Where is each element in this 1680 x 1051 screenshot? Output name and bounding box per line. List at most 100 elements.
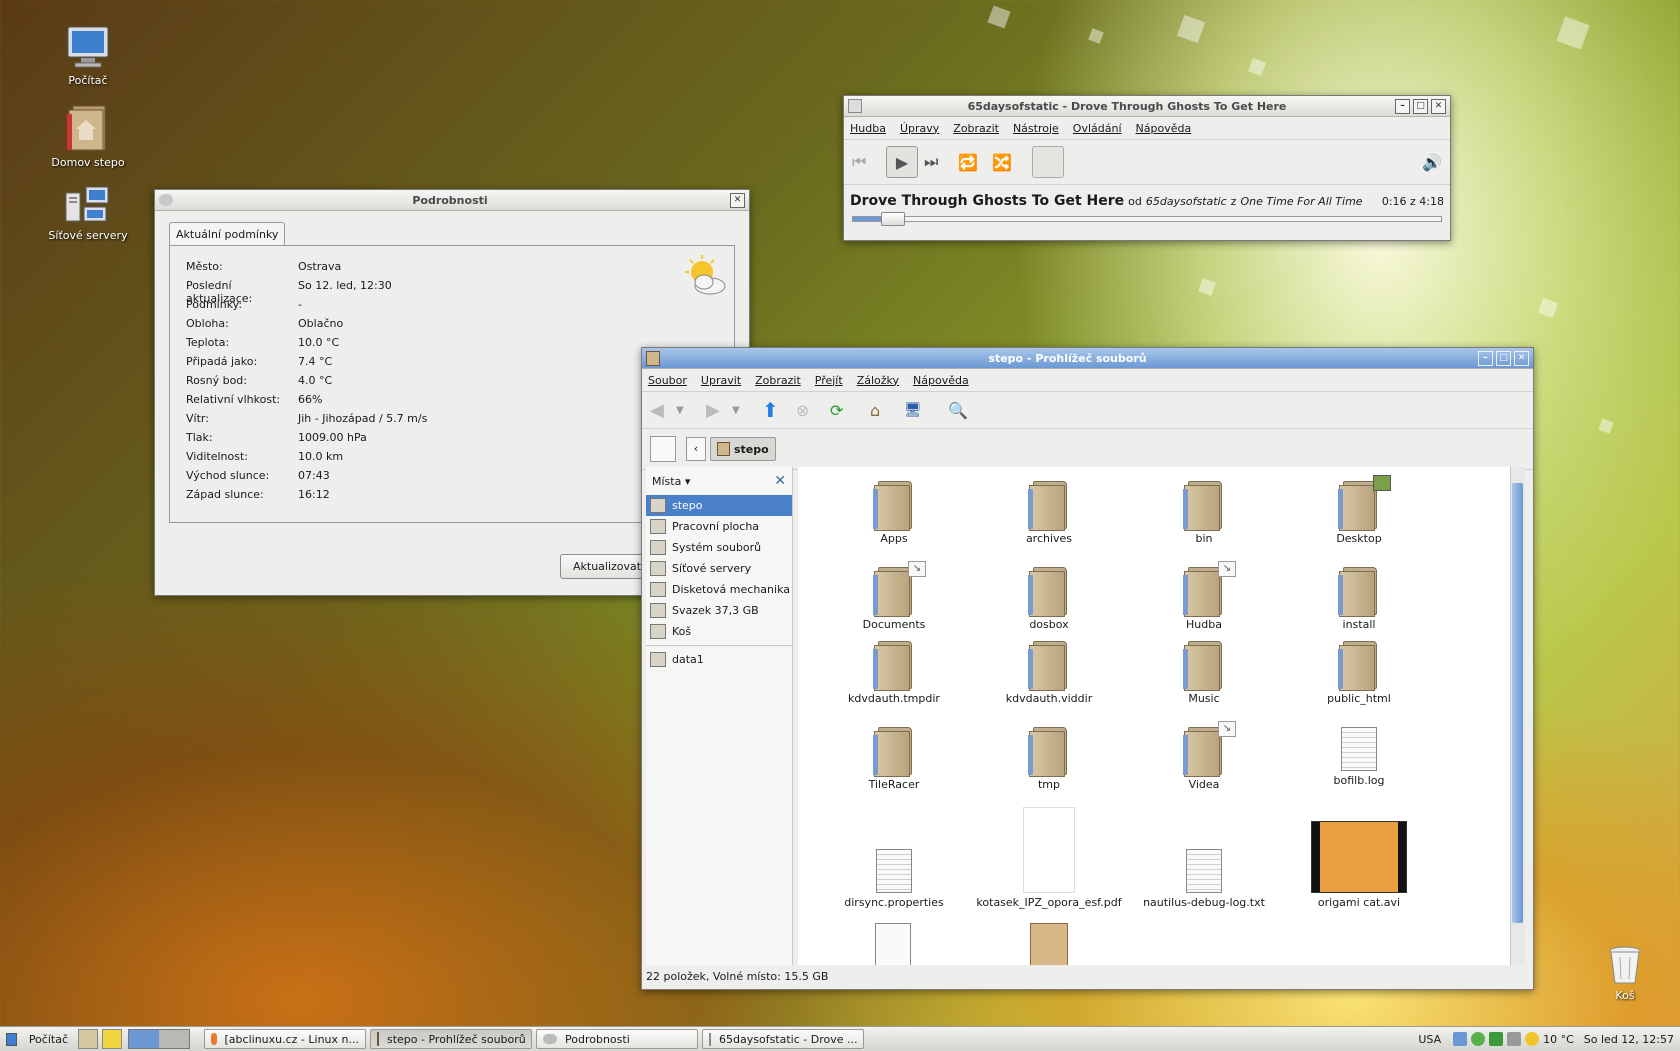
computer-icon[interactable]: 🖥 (904, 402, 948, 418)
task-weather[interactable]: Podrobnosti (536, 1029, 698, 1049)
fm-titlebar[interactable]: stepo - Prohlížeč souborů – □ ✕ (642, 348, 1533, 369)
repeat-icon[interactable]: 🔁 (958, 153, 992, 172)
file-item[interactable]: bofilb.log (1284, 727, 1434, 787)
file-item[interactable]: public_html (1284, 641, 1434, 705)
sidebar-item-floppy[interactable]: Disketová mechanika (646, 579, 792, 600)
task-file-manager[interactable]: stepo - Prohlížeč souborů (370, 1029, 532, 1049)
close-button[interactable]: ✕ (730, 192, 745, 208)
maximize-button[interactable]: □ (1413, 98, 1428, 114)
file-item[interactable]: kdvdauth.tmpdir (819, 641, 969, 705)
weather-tray-icon[interactable] (1525, 1032, 1540, 1046)
file-item[interactable]: origami cat.avi (1284, 821, 1434, 909)
file-item[interactable]: install (1284, 567, 1434, 631)
sidebar-item-trash[interactable]: Koš (646, 621, 792, 642)
file-item[interactable]: TileRacer (819, 727, 969, 791)
back-icon[interactable]: ◀ (650, 400, 676, 421)
config-file-icon[interactable] (875, 923, 911, 965)
fm-scrollbar[interactable] (1510, 467, 1525, 965)
file-item[interactable]: dosbox (974, 567, 1124, 631)
package-icon[interactable] (1030, 923, 1068, 965)
file-item[interactable]: kotasek_IPZ_opora_esf.pdf (974, 807, 1124, 909)
file-item[interactable]: nautilus-debug-log.txt (1129, 849, 1279, 909)
reload-icon[interactable]: ⟳ (830, 401, 870, 420)
previous-icon[interactable]: ⏮ (852, 152, 886, 172)
sidebar-item-volume[interactable]: Svazek 37,3 GB (646, 600, 792, 621)
file-item[interactable]: archives (974, 481, 1124, 545)
file-item[interactable]: Desktop (1284, 475, 1434, 545)
sidebar-item-desktop[interactable]: Pracovní plocha (646, 516, 792, 537)
up-icon[interactable]: ⬆ (762, 398, 796, 422)
update-button[interactable]: Aktualizovat (560, 554, 655, 579)
desktop-icon-computer[interactable]: Počítač (33, 24, 143, 87)
places-dropdown[interactable]: Místa ▾ (652, 475, 690, 488)
menu-prejit[interactable]: Přejít (815, 374, 843, 387)
task-player[interactable]: 65daysofstatic - Drove ... (702, 1029, 864, 1049)
scroll-thumb[interactable] (1512, 483, 1523, 923)
desktop-icon-home[interactable]: Domov stepo (33, 104, 143, 169)
file-item[interactable]: Music (1129, 641, 1279, 705)
seek-bar[interactable] (852, 212, 1442, 226)
file-item[interactable]: ↘ Hudba (1129, 561, 1279, 631)
home-icon[interactable]: ⌂ (870, 401, 904, 420)
file-item[interactable]: ↘ Videa (1129, 721, 1279, 791)
visualizer-icon[interactable] (1032, 146, 1064, 178)
file-item[interactable]: tmp (974, 727, 1124, 791)
menu-hudba[interactable]: Hudba (850, 122, 886, 135)
menu-napoveda[interactable]: Nápověda (913, 374, 969, 387)
file-item[interactable]: Apps (819, 481, 969, 545)
weather-titlebar[interactable]: Podrobnosti ✕ (155, 190, 749, 211)
seek-thumb[interactable] (881, 212, 906, 226)
volume-icon[interactable]: 🔊 (1422, 153, 1442, 172)
sidebar-item-filesystem[interactable]: Systém souborů (646, 537, 792, 558)
clock[interactable]: So led 12, 12:57 (1584, 1033, 1674, 1046)
shuffle-icon[interactable]: 🔀 (992, 153, 1032, 172)
forward-history-icon[interactable]: ▼ (732, 405, 762, 416)
minimize-button[interactable]: – (1478, 350, 1493, 366)
sidebar-item-stepo[interactable]: stepo (646, 495, 792, 516)
player-titlebar[interactable]: 65daysofstatic - Drove Through Ghosts To… (844, 96, 1450, 117)
forward-icon[interactable]: ▶ (706, 400, 732, 421)
launcher-notes-icon[interactable] (102, 1029, 122, 1049)
location-toggle-icon[interactable] (650, 436, 676, 462)
sidebar-item-data1[interactable]: data1 (646, 649, 792, 670)
update-tray-icon[interactable] (1471, 1032, 1486, 1046)
search-icon[interactable]: 🔍 (948, 401, 968, 420)
file-item[interactable]: ↘ Documents (819, 561, 969, 631)
sidebar-item-network[interactable]: Síťové servery (646, 558, 792, 579)
menu-zobrazit[interactable]: Zobrazit (953, 122, 999, 135)
play-icon[interactable]: ▶ (886, 146, 918, 178)
minimize-button[interactable]: – (1395, 98, 1410, 114)
menu-napoveda[interactable]: Nápověda (1136, 122, 1192, 135)
computer-menu[interactable]: Počítač (0, 1032, 68, 1046)
maximize-button[interactable]: □ (1496, 350, 1511, 366)
back-history-icon[interactable]: ▼ (676, 405, 706, 416)
keyboard-layout[interactable]: USA (1418, 1033, 1441, 1046)
menu-nastroje[interactable]: Nástroje (1013, 122, 1059, 135)
file-item[interactable]: kdvdauth.viddir (974, 641, 1124, 705)
network-tray-icon[interactable] (1453, 1032, 1468, 1046)
close-sidebar-icon[interactable]: ✕ (774, 473, 786, 489)
menu-zalozky[interactable]: Záložky (857, 374, 899, 387)
menu-soubor[interactable]: Soubor (648, 374, 687, 387)
close-button[interactable]: ✕ (1431, 98, 1446, 114)
stop-icon[interactable]: ⊗ (796, 401, 830, 420)
file-item[interactable]: bin (1129, 481, 1279, 545)
launcher-user-icon[interactable] (78, 1029, 98, 1049)
menu-upravit[interactable]: Upravit (701, 374, 741, 387)
location-back-button[interactable]: ‹ (686, 437, 706, 461)
tab-current-conditions[interactable]: Aktuální podmínky (169, 222, 286, 246)
temperature[interactable]: 10 °C (1543, 1033, 1574, 1046)
menu-ovladani[interactable]: Ovládání (1073, 122, 1122, 135)
menu-zobrazit[interactable]: Zobrazit (755, 374, 801, 387)
close-button[interactable]: ✕ (1514, 350, 1529, 366)
workspace-switcher[interactable] (128, 1029, 190, 1049)
connection-tray-icon[interactable] (1489, 1032, 1504, 1046)
desktop-icon-network[interactable]: Síťové servery (33, 185, 143, 242)
next-icon[interactable]: ⏭ (924, 152, 958, 172)
menu-upravy[interactable]: Úpravy (900, 122, 939, 135)
path-button-stepo[interactable]: stepo (710, 437, 776, 461)
file-item[interactable]: dirsync.properties (819, 849, 969, 909)
desktop-trash[interactable]: Koš (1590, 945, 1660, 1002)
volume-tray-icon[interactable] (1507, 1032, 1522, 1046)
task-browser[interactable]: [abclinuxu.cz - Linux n... (204, 1029, 366, 1049)
